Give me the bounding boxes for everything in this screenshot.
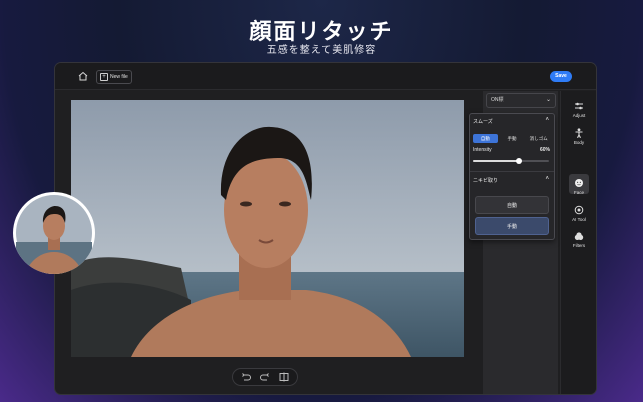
smooth-mode-selector: 自動 手動 消しゴム [473,134,551,143]
history-toolbar [232,368,298,386]
home-icon[interactable] [77,70,89,82]
slider-handle[interactable] [515,158,522,164]
face-retouch-popup: スムーズ ˄ 自動 手動 消しゴム Intensity 60% ニキビ取り ˄ … [469,113,555,240]
smooth-section-header[interactable]: スムーズ ˄ [473,117,551,128]
face-icon [575,179,583,187]
plus-icon: + [100,73,108,81]
filters-icon [574,232,584,240]
before-preview-thumbnail [13,192,95,274]
sidebar-item-label: AI Tool [572,217,586,222]
new-file-label: New file [110,74,128,80]
tab-manual[interactable]: 手動 [500,134,525,143]
sliders-icon [575,102,583,110]
sidebar-item-adjust[interactable]: Adjust [561,101,596,118]
ai-tool-icon [574,205,584,215]
chevron-up-icon: ˄ [545,176,549,182]
new-file-button[interactable]: + New file [96,70,132,84]
tool-sidebar: Adjust Body Face AI Tool Filters [560,91,596,394]
app-window: + New file Save ON標 ⌄ Adjust Body Face A… [55,63,596,394]
smooth-title: スムーズ [473,119,493,125]
undo-icon[interactable] [240,371,252,383]
portrait-thumbnail [16,195,92,274]
sidebar-item-label: Body [573,140,585,145]
sidebar-item-body[interactable]: Body [561,128,596,145]
redo-icon[interactable] [259,371,271,383]
acne-title: ニキビ取り [473,178,499,184]
slider-fill [473,160,519,162]
chevron-down-icon: ⌄ [545,97,551,103]
portrait-photo [71,100,464,357]
acne-auto-button[interactable]: 自動 [475,196,549,214]
intensity-slider[interactable] [473,158,549,164]
sidebar-item-ai-tool[interactable]: AI Tool [561,205,596,222]
tab-auto[interactable]: 自動 [473,134,498,143]
sidebar-item-label: Adjust [572,113,586,118]
acne-section-header[interactable]: ニキビ取り ˄ [473,176,551,187]
sidebar-item-face[interactable]: Face [561,178,596,195]
save-button[interactable]: Save [550,71,572,82]
sidebar-item-label: Face [573,190,584,195]
body-icon [575,128,583,138]
chevron-up-icon: ˄ [545,117,549,123]
section-divider [470,171,554,172]
intensity-value: 60% [539,147,550,153]
acne-manual-button[interactable]: 手動 [475,217,549,235]
compare-icon[interactable] [278,371,290,383]
sidebar-item-label: Filters [572,243,586,248]
top-bar: + New file Save [55,63,596,90]
intensity-label: Intensity [473,147,492,153]
promo-subtitle: 五感を整えて美肌修容 [266,45,377,56]
photo-canvas[interactable] [71,100,464,357]
preset-value: ON標 [491,97,504,103]
sidebar-item-filters[interactable]: Filters [561,231,596,248]
tab-eraser[interactable]: 消しゴム [526,134,551,143]
preset-dropdown[interactable]: ON標 ⌄ [486,93,556,108]
